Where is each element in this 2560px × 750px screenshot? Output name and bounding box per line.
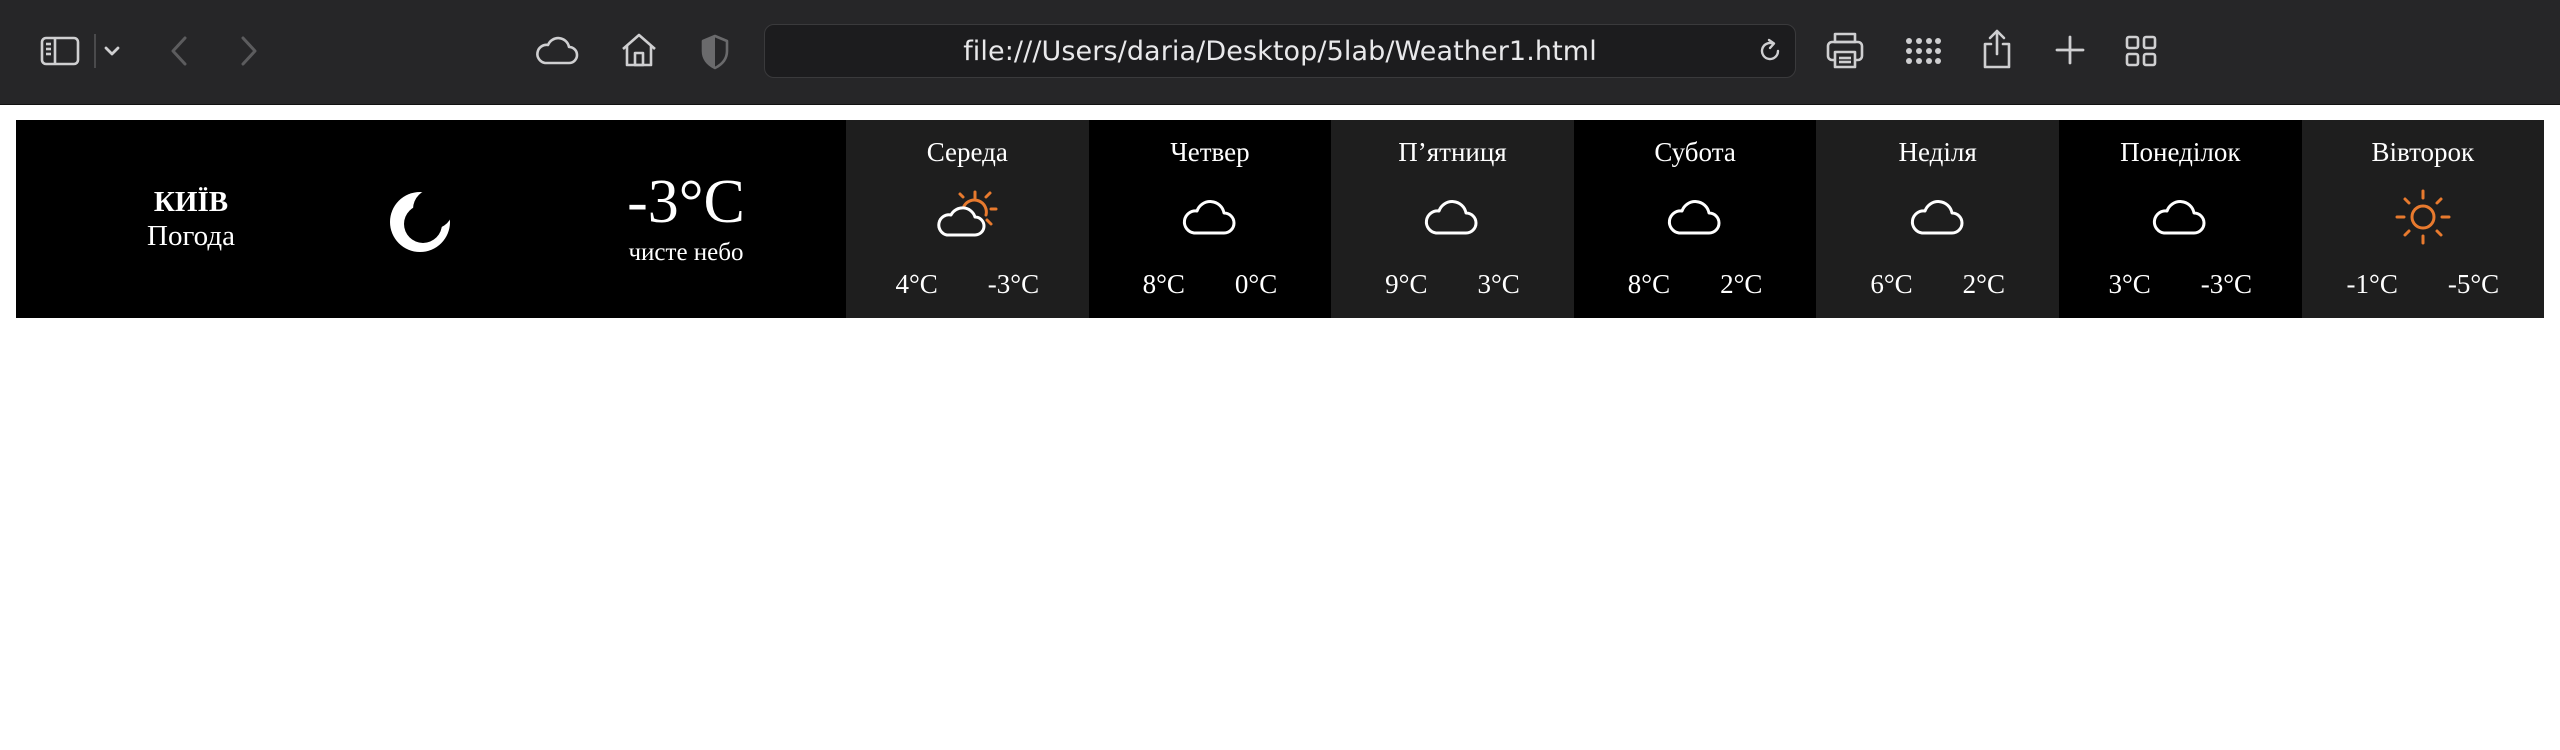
city-name: КИЇВ [153,186,229,218]
back-arrow-icon[interactable] [164,32,194,70]
current-weather: -3°C чисте небо [571,170,801,270]
low-temp: 3°C [1477,269,1520,299]
high-temp: 4°C [895,269,938,299]
forecast-day: Неділя 6°C 2°C [1816,120,2059,318]
day-temps: 8°C 0°C [1089,268,1332,300]
high-temp: 6°C [1870,269,1913,299]
forecast-day: Вівторок -1°C -5°C [2301,120,2545,318]
browser-toolbar: file:///Users/daria/Desktop/5lab/Weather… [0,0,2560,105]
forecast-day: Понеділок 3°C -3°C [2059,120,2302,318]
day-temps: 8°C 2°C [1574,268,1817,300]
day-name: Вівторок [2371,137,2475,167]
forward-arrow-icon[interactable] [234,32,264,70]
shield-icon[interactable] [698,32,732,72]
address-bar[interactable]: file:///Users/daria/Desktop/5lab/Weather… [764,24,1796,78]
forecast-list: Середа 4°C -3°C Четвер 8°C 0°C П’ятниця … [846,120,2545,318]
cloud-icon[interactable] [534,32,580,70]
day-name: Понеділок [2120,137,2241,167]
forecast-day: Субота 8°C 2°C [1574,120,1817,318]
plus-icon[interactable] [2054,34,2086,66]
day-temps: -1°C -5°C [2302,268,2545,300]
high-temp: 8°C [1627,269,1671,299]
weather-widget: КИЇВ Погода -3°C чисте небо Середа 4°C -… [16,120,2545,318]
day-name: Субота [1654,137,1736,167]
home-icon[interactable] [618,30,660,70]
day-temps: 6°C 2°C [1816,268,2059,300]
low-temp: -5°C [2447,269,2500,299]
high-temp: 8°C [1142,269,1185,299]
chevron-down-icon[interactable] [100,38,124,64]
cloud-icon [1331,186,1574,248]
day-name: Четвер [1170,137,1250,167]
sidebar-icon[interactable] [38,34,82,68]
low-temp: -3°C [2200,269,2253,299]
current-temperature: -3°C [627,168,745,236]
low-temp: 0°C [1234,269,1278,299]
day-name: Неділя [1898,137,1977,167]
moon-icon [386,184,458,256]
forecast-day: Середа 4°C -3°C [846,120,1089,318]
cloud-icon [1089,186,1332,248]
reload-icon[interactable] [1757,38,1783,69]
forecast-day: П’ятниця 9°C 3°C [1331,120,1574,318]
cloud-icon [1574,186,1817,248]
day-name: Середа [926,137,1008,167]
high-temp: -1°C [2346,269,2398,299]
low-temp: 2°C [1962,269,2005,299]
grid-dots-icon[interactable] [1904,34,1942,68]
cloud-icon [2059,186,2302,248]
sun-icon [2302,186,2545,248]
low-temp: -3°C [987,269,1040,299]
share-icon[interactable] [1978,26,2016,72]
city-block: КИЇВ Погода [16,120,366,318]
url-text[interactable]: file:///Users/daria/Desktop/5lab/Weather… [765,25,1795,77]
forecast-day: Четвер 8°C 0°C [1089,120,1332,318]
day-name: П’ятниця [1398,137,1507,167]
high-temp: 9°C [1385,269,1428,299]
cloud-icon [1816,186,2059,248]
current-description: чисте небо [628,239,744,266]
low-temp: 2°C [1720,269,1763,299]
printer-icon[interactable] [1824,30,1866,72]
day-temps: 4°C -3°C [846,268,1089,300]
tab-overview-icon[interactable] [2124,34,2158,68]
high-temp: 3°C [2108,269,2151,299]
toolbar-divider [94,34,96,68]
day-temps: 9°C 3°C [1331,268,1574,300]
day-temps: 3°C -3°C [2059,268,2302,300]
cloud-sun-icon [846,186,1089,248]
city-subtitle: Погода [147,220,235,252]
